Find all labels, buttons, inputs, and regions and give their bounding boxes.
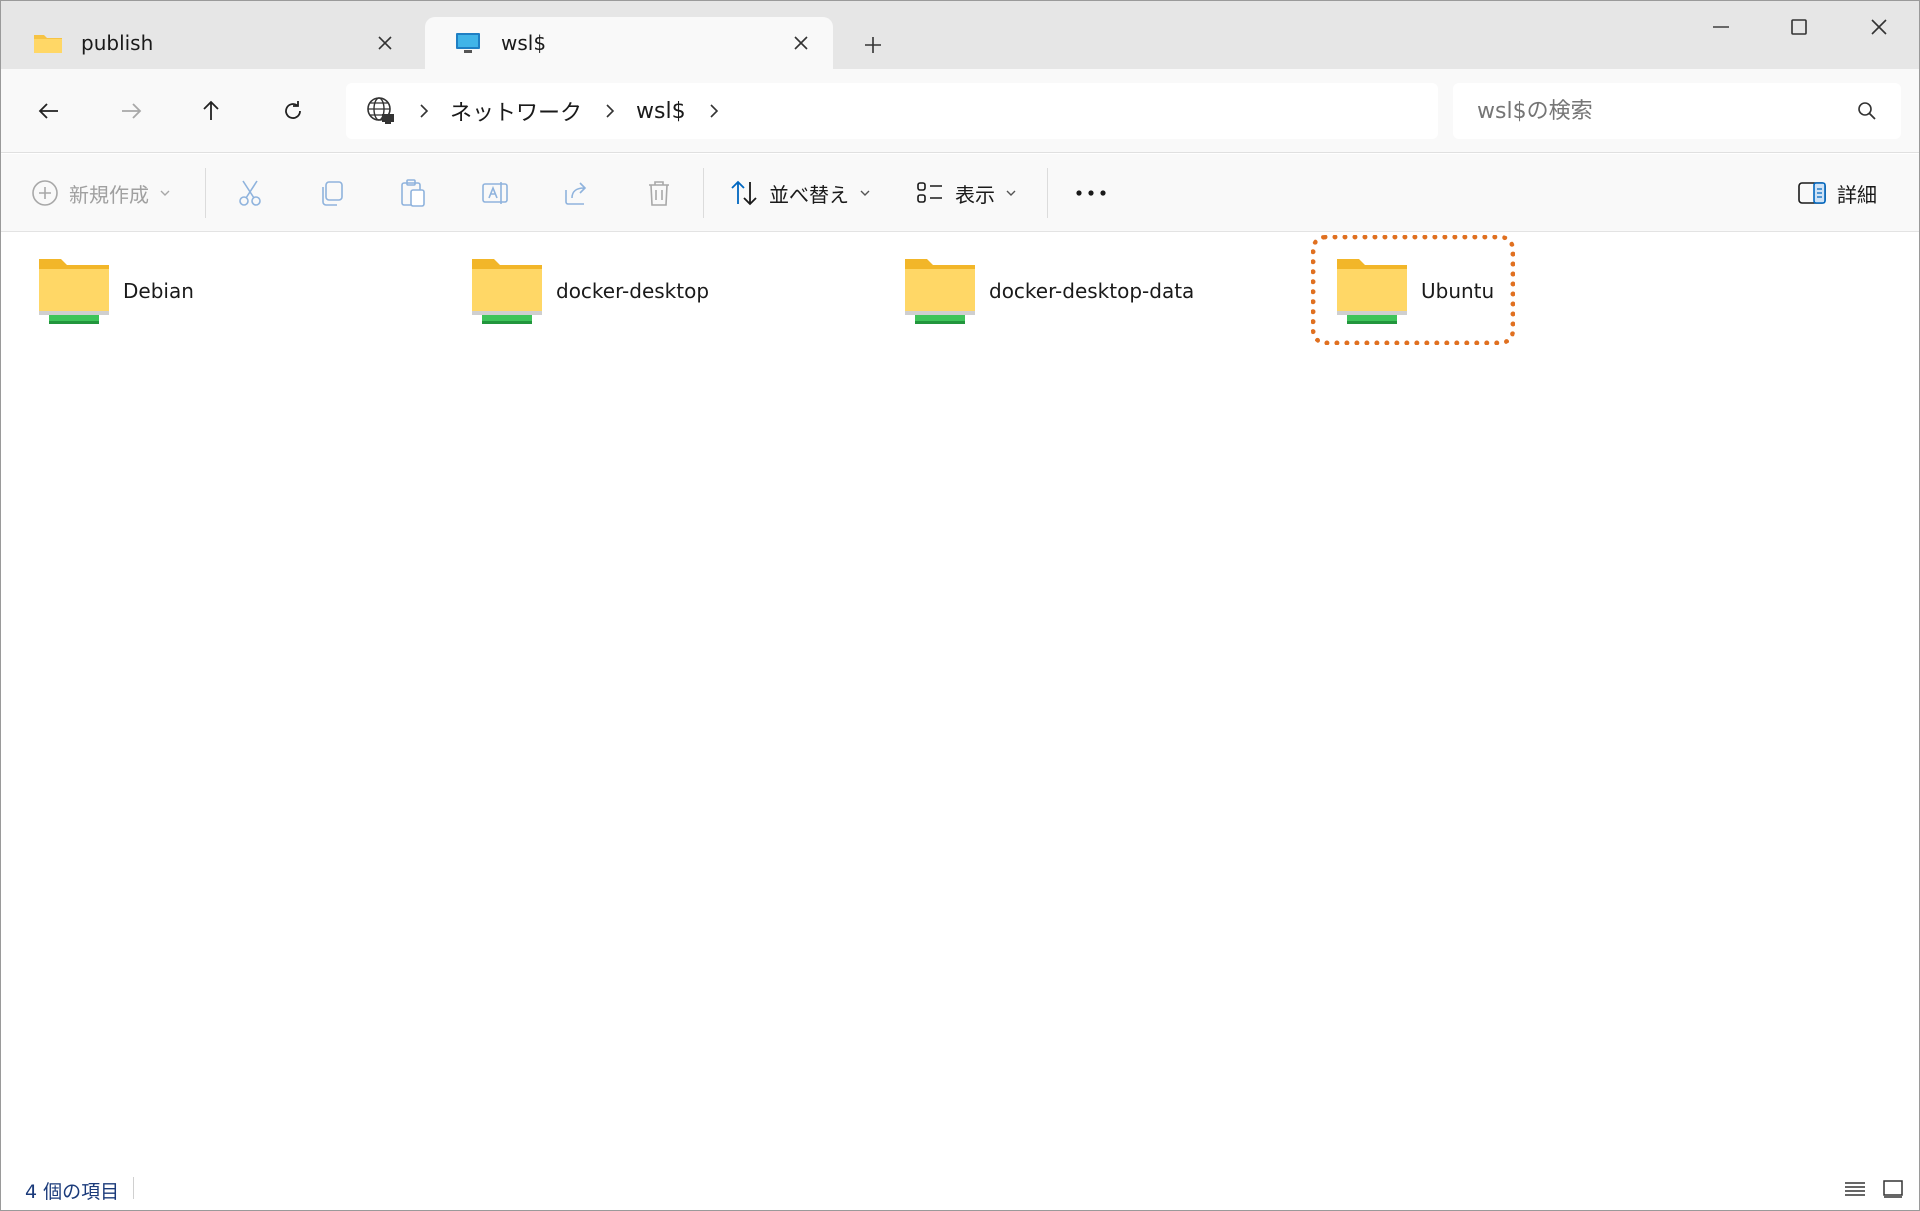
network-folder-icon xyxy=(470,255,544,327)
trash-icon xyxy=(649,181,669,206)
details-pane-button[interactable]: 詳細 xyxy=(1797,170,1877,216)
highlight-annotation xyxy=(1311,235,1515,345)
arrow-up-icon xyxy=(203,100,219,120)
sort-icon xyxy=(731,180,757,206)
item-name: docker-desktop xyxy=(556,279,710,303)
delete-button[interactable] xyxy=(644,170,674,216)
clipboard-icon xyxy=(401,179,425,207)
breadcrumb-wsl[interactable]: wsl$ xyxy=(636,99,686,124)
plus-circle-icon xyxy=(32,180,58,206)
command-bar: 新規作成 並べ替え 表示 詳細 xyxy=(1,154,1919,232)
view-button[interactable]: 表示 xyxy=(915,170,1017,216)
tiles-view-icon xyxy=(1883,1180,1903,1198)
rename-button[interactable] xyxy=(480,170,510,216)
search-icon[interactable] xyxy=(1853,97,1881,125)
close-tab-icon[interactable] xyxy=(781,23,821,63)
copy-button[interactable] xyxy=(317,170,347,216)
view-list-icon xyxy=(917,182,942,203)
navigation-bar: ネットワーク wsl$ xyxy=(1,69,1919,153)
new-tab-button[interactable] xyxy=(853,25,893,65)
chevron-down-icon xyxy=(1005,189,1017,197)
divider xyxy=(1047,168,1048,218)
maximize-icon xyxy=(1791,19,1807,35)
cut-button[interactable] xyxy=(235,170,265,216)
tab-label: publish xyxy=(81,31,154,55)
minimize-icon xyxy=(1713,26,1729,28)
folder-item-docker-desktop[interactable]: docker-desktop xyxy=(470,255,709,345)
sort-button-label: 並べ替え xyxy=(769,182,849,207)
share-icon xyxy=(565,182,587,205)
share-button[interactable] xyxy=(562,170,592,216)
sort-button[interactable]: 並べ替え xyxy=(729,170,871,216)
divider xyxy=(205,168,206,218)
tab-wsl[interactable]: wsl$ xyxy=(425,17,833,69)
search-box[interactable] xyxy=(1453,83,1901,139)
chevron-right-icon[interactable] xyxy=(604,103,616,119)
item-name: Debian xyxy=(123,279,194,303)
list-view-icon xyxy=(1845,1182,1865,1196)
item-count: 4 個の項目 xyxy=(25,1181,120,1203)
close-window-button[interactable] xyxy=(1849,7,1909,47)
network-folder-icon xyxy=(903,255,977,327)
close-tab-icon[interactable] xyxy=(365,23,405,63)
more-icon xyxy=(1076,190,1106,196)
close-icon xyxy=(1871,19,1887,35)
forward-button[interactable] xyxy=(109,89,153,133)
chevron-right-icon[interactable] xyxy=(418,103,430,119)
status-bar: 4 個の項目 xyxy=(1,1163,1919,1210)
up-button[interactable] xyxy=(189,89,233,133)
monitor-icon xyxy=(453,31,483,55)
tab-publish[interactable]: publish xyxy=(5,17,417,69)
view-button-label: 表示 xyxy=(955,182,995,207)
copy-icon xyxy=(322,181,343,206)
rename-icon xyxy=(482,182,508,204)
details-pane-icon xyxy=(1798,182,1826,204)
paste-button[interactable] xyxy=(398,170,428,216)
large-icons-view-button[interactable] xyxy=(1879,1175,1907,1203)
details-view-button[interactable] xyxy=(1841,1175,1869,1203)
network-icon[interactable] xyxy=(366,96,396,126)
refresh-icon xyxy=(285,101,301,119)
divider xyxy=(703,168,704,218)
details-pane-label: 詳細 xyxy=(1837,182,1877,207)
minimize-button[interactable] xyxy=(1691,7,1751,47)
title-bar: publish wsl$ xyxy=(1,1,1919,69)
arrow-left-icon xyxy=(38,103,58,119)
breadcrumb-network[interactable]: ネットワーク xyxy=(450,95,582,127)
search-input[interactable] xyxy=(1477,98,1837,124)
address-bar[interactable]: ネットワーク wsl$ xyxy=(346,83,1438,139)
maximize-button[interactable] xyxy=(1769,7,1829,47)
chevron-down-icon xyxy=(159,189,171,197)
new-button[interactable]: 新規作成 xyxy=(31,170,171,216)
folder-icon xyxy=(33,31,63,55)
new-button-label: 新規作成 xyxy=(69,182,149,207)
refresh-button[interactable] xyxy=(271,89,315,133)
item-name: docker-desktop-data xyxy=(989,279,1195,303)
tab-label: wsl$ xyxy=(501,31,547,55)
folder-item-debian[interactable]: Debian xyxy=(37,255,194,345)
plus-icon xyxy=(865,37,881,53)
more-options-button[interactable] xyxy=(1075,170,1107,216)
file-explorer-window: publish wsl$ ネットワーク wsl$ wsl$の検索 新規作成 並べ… xyxy=(0,0,1920,1211)
scissors-icon xyxy=(239,180,261,206)
folder-item-docker-desktop-data[interactable]: docker-desktop-data xyxy=(903,255,1194,345)
divider xyxy=(133,1177,134,1199)
network-folder-icon xyxy=(37,255,111,327)
chevron-right-icon[interactable] xyxy=(708,103,720,119)
arrow-right-icon xyxy=(122,103,142,119)
file-list: Debian docker-desktop docker-desktop-dat… xyxy=(1,233,1919,1163)
chevron-down-icon xyxy=(859,189,871,197)
back-button[interactable] xyxy=(27,89,71,133)
